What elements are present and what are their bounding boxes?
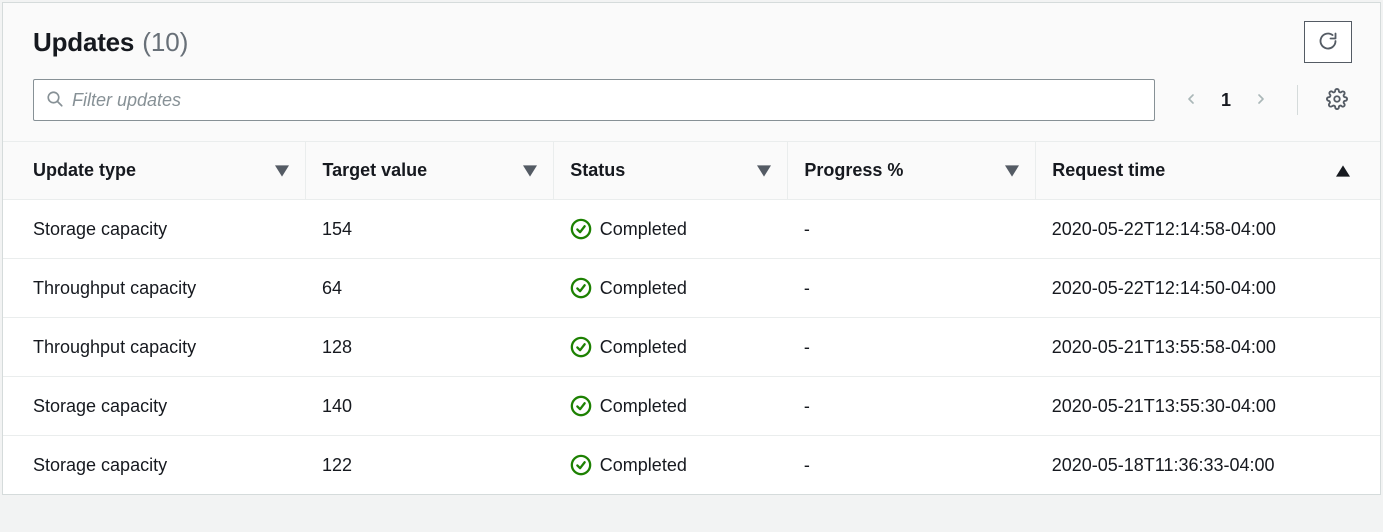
table-header-row: Update type Target value bbox=[3, 142, 1380, 200]
updates-panel: Updates (10) bbox=[2, 2, 1381, 495]
status-text: Completed bbox=[600, 455, 687, 476]
table-row: Storage capacity154 Completed -2020-05-22T… bbox=[3, 200, 1380, 259]
search-icon bbox=[46, 90, 64, 111]
gear-icon bbox=[1326, 88, 1348, 113]
table-row: Throughput capacity128 Completed -2020-05-… bbox=[3, 318, 1380, 377]
cell-update-type: Storage capacity bbox=[3, 377, 306, 436]
toolbar-divider bbox=[1297, 85, 1298, 115]
refresh-icon bbox=[1318, 31, 1338, 54]
chevron-right-icon bbox=[1253, 88, 1269, 113]
table-row: Storage capacity122 Completed -2020-05-18T… bbox=[3, 436, 1380, 495]
status-text: Completed bbox=[600, 396, 687, 417]
sort-down-icon bbox=[523, 165, 537, 177]
pagination: 1 bbox=[1179, 84, 1273, 117]
table-row: Storage capacity140 Completed -2020-05-21T… bbox=[3, 377, 1380, 436]
status-text: Completed bbox=[600, 337, 687, 358]
column-header-request-time[interactable]: Request time bbox=[1036, 142, 1380, 200]
check-circle-icon bbox=[570, 336, 592, 358]
cell-progress: - bbox=[788, 259, 1036, 318]
sort-down-icon bbox=[757, 165, 771, 177]
sort-up-icon bbox=[1336, 165, 1350, 177]
cell-progress: - bbox=[788, 200, 1036, 259]
toolbar-row: 1 bbox=[3, 73, 1380, 141]
cell-request-time: 2020-05-22T12:14:58-04:00 bbox=[1036, 200, 1380, 259]
status-text: Completed bbox=[600, 278, 687, 299]
panel-header-area: Updates (10) bbox=[3, 3, 1380, 142]
check-circle-icon bbox=[570, 277, 592, 299]
check-circle-icon bbox=[570, 454, 592, 476]
cell-update-type: Throughput capacity bbox=[3, 318, 306, 377]
cell-status: Completed bbox=[554, 318, 788, 377]
column-label: Status bbox=[570, 160, 625, 181]
cell-target-value: 64 bbox=[306, 259, 554, 318]
column-header-target-value[interactable]: Target value bbox=[306, 142, 554, 200]
check-circle-icon bbox=[570, 218, 592, 240]
settings-button[interactable] bbox=[1322, 84, 1352, 117]
cell-request-time: 2020-05-22T12:14:50-04:00 bbox=[1036, 259, 1380, 318]
chevron-left-icon bbox=[1183, 88, 1199, 113]
table-body: Storage capacity154Completed-2020-05-22T… bbox=[3, 200, 1380, 495]
cell-progress: - bbox=[788, 436, 1036, 495]
cell-target-value: 122 bbox=[306, 436, 554, 495]
page-number: 1 bbox=[1221, 90, 1231, 111]
sort-down-icon bbox=[275, 165, 289, 177]
cell-status: Completed bbox=[554, 200, 788, 259]
filter-wrap[interactable] bbox=[33, 79, 1155, 121]
cell-request-time: 2020-05-21T13:55:58-04:00 bbox=[1036, 318, 1380, 377]
check-circle-icon bbox=[570, 395, 592, 417]
cell-status: Completed bbox=[554, 377, 788, 436]
cell-update-type: Storage capacity bbox=[3, 200, 306, 259]
header-row: Updates (10) bbox=[3, 3, 1380, 73]
column-label: Target value bbox=[322, 160, 427, 181]
column-label: Progress % bbox=[804, 160, 903, 181]
column-header-progress[interactable]: Progress % bbox=[788, 142, 1036, 200]
page-title: Updates bbox=[33, 27, 134, 58]
cell-target-value: 128 bbox=[306, 318, 554, 377]
next-page-button[interactable] bbox=[1249, 84, 1273, 117]
column-label: Update type bbox=[33, 160, 136, 181]
table-row: Throughput capacity64 Completed -2020-05-2… bbox=[3, 259, 1380, 318]
status-text: Completed bbox=[600, 219, 687, 240]
cell-status: Completed bbox=[554, 436, 788, 495]
page-count: (10) bbox=[142, 27, 188, 58]
cell-request-time: 2020-05-21T13:55:30-04:00 bbox=[1036, 377, 1380, 436]
cell-target-value: 154 bbox=[306, 200, 554, 259]
updates-table: Update type Target value bbox=[3, 142, 1380, 494]
cell-update-type: Throughput capacity bbox=[3, 259, 306, 318]
cell-request-time: 2020-05-18T11:36:33-04:00 bbox=[1036, 436, 1380, 495]
cell-progress: - bbox=[788, 377, 1036, 436]
cell-update-type: Storage capacity bbox=[3, 436, 306, 495]
filter-input[interactable] bbox=[72, 90, 1142, 111]
cell-status: Completed bbox=[554, 259, 788, 318]
refresh-button[interactable] bbox=[1304, 21, 1352, 63]
cell-target-value: 140 bbox=[306, 377, 554, 436]
cell-progress: - bbox=[788, 318, 1036, 377]
prev-page-button[interactable] bbox=[1179, 84, 1203, 117]
sort-down-icon bbox=[1005, 165, 1019, 177]
column-header-status[interactable]: Status bbox=[554, 142, 788, 200]
title-area: Updates (10) bbox=[33, 27, 188, 58]
column-label: Request time bbox=[1052, 160, 1165, 181]
column-header-update-type[interactable]: Update type bbox=[3, 142, 306, 200]
